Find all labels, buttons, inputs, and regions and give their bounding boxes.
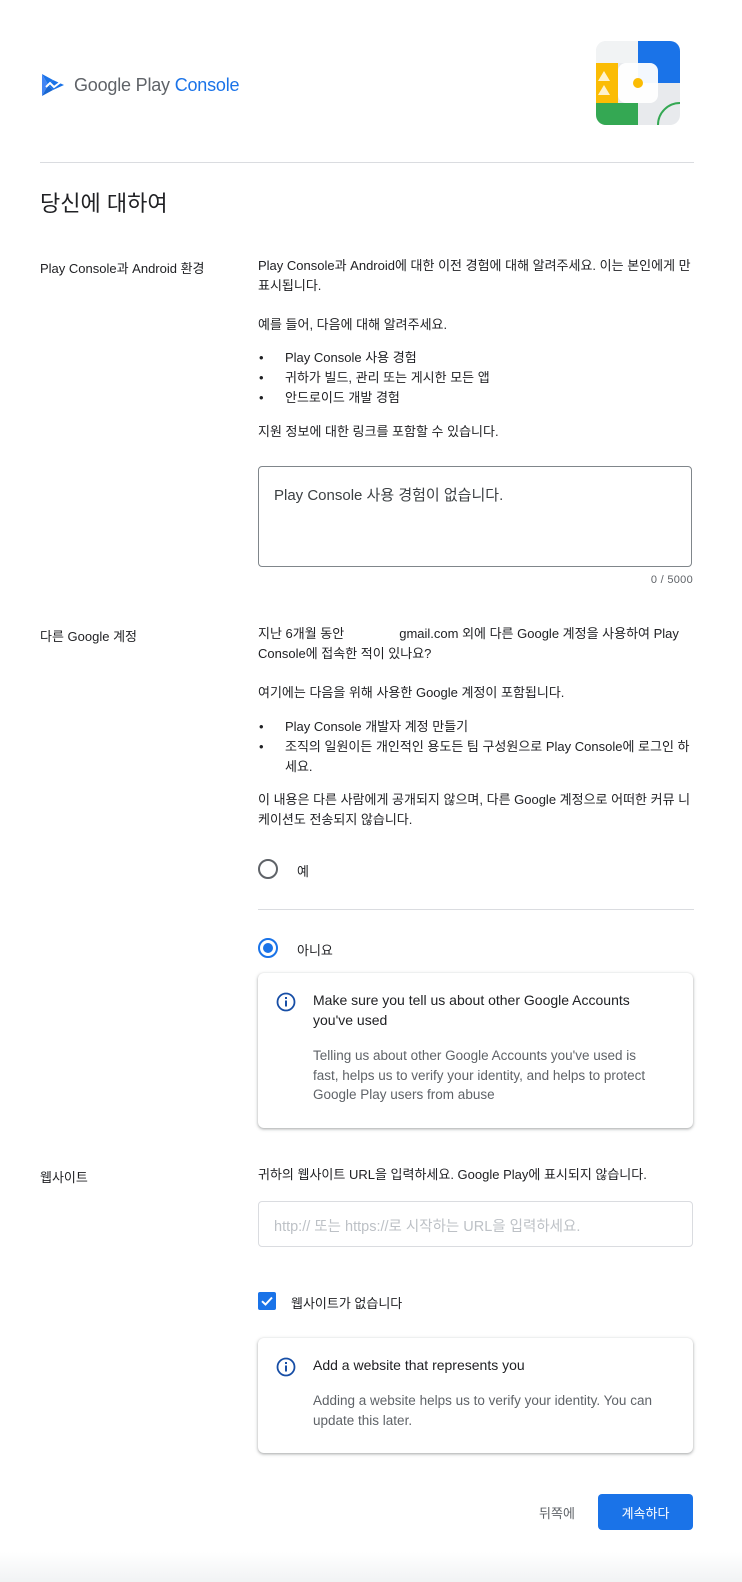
website-info-card: Add a website that represents you Adding…: [258, 1338, 693, 1453]
list-item: 귀하가 빌드, 관리 또는 게시한 모든 앱: [258, 368, 694, 388]
info-card-title: Add a website that represents you: [313, 1357, 525, 1373]
website-section-label: 웹사이트: [40, 1170, 88, 1185]
continue-button[interactable]: 계속하다: [598, 1494, 693, 1530]
experience-example-lead: 예를 들어, 다음에 대해 알려주세요.: [258, 317, 448, 332]
info-icon: [276, 992, 296, 1012]
radio-yes[interactable]: [258, 859, 278, 879]
experience-intro: Play Console과 Android에 대한 이전 경험에 대해 알려주세…: [258, 258, 691, 293]
google-play-console-logo: Google Play Console: [40, 70, 240, 100]
header-divider: [40, 162, 694, 163]
radio-divider: [258, 909, 694, 910]
experience-textarea-value: Play Console 사용 경험이 없습니다.: [274, 487, 504, 504]
no-website-label[interactable]: 웹사이트가 없습니다: [291, 1293, 402, 1312]
info-card-title: Make sure you tell us about other Google…: [313, 992, 630, 1028]
question-part1: 지난 6개월 동안: [258, 626, 345, 641]
website-description: 귀하의 웹사이트 URL을 입력하세요. Google Play에 표시되지 않…: [258, 1167, 647, 1182]
list-item: 조직의 일원이든 개인적인 용도든 팀 구성원으로 Play Console에 …: [258, 737, 694, 777]
logo-console-text: Console: [174, 74, 240, 95]
info-icon: [276, 1357, 296, 1377]
character-counter: 0 / 5000: [650, 574, 693, 586]
google-play-console-logo-icon: [42, 74, 64, 96]
logo-google-play-text: Google Play: [74, 74, 170, 95]
experience-textarea[interactable]: Play Console 사용 경험이 없습니다.: [258, 466, 692, 567]
info-card-body: Adding a website helps us to verify your…: [313, 1393, 652, 1428]
page-title: 당신에 대하여: [40, 191, 168, 216]
back-button[interactable]: 뒤쪽에: [527, 1494, 587, 1530]
radio-no[interactable]: [258, 938, 278, 958]
radio-yes-label[interactable]: 예: [297, 861, 309, 880]
other-accounts-question: 지난 6개월 동안 gmail.com 외에 다른 Google 계정을 사용하여…: [258, 624, 694, 664]
experience-bullet-list: Play Console 사용 경험 귀하가 빌드, 관리 또는 게시한 모든 …: [258, 348, 694, 408]
other-accounts-privacy-note: 이 내용은 다른 사람에게 공개되지 않으며, 다른 Google 계정으로 어…: [258, 792, 691, 827]
experience-section-label: Play Console과 Android 환경: [40, 261, 205, 276]
check-icon: [261, 1296, 273, 1306]
other-accounts-section-label: 다른 Google 계정: [40, 629, 137, 644]
other-accounts-bullet-list: Play Console 개발자 계정 만들기 조직의 일원이든 개인적인 용도…: [258, 717, 694, 777]
website-url-placeholder: http:// 또는 https://로 시작하는 URL을 입력하세요.: [274, 1219, 581, 1235]
header-illustration: [596, 41, 680, 125]
other-accounts-info-card: Make sure you tell us about other Google…: [258, 973, 693, 1128]
bottom-bar: [0, 1552, 742, 1582]
other-accounts-includes-lead: 여기에는 다음을 위해 사용한 Google 계정이 포함됩니다.: [258, 685, 565, 700]
list-item: Play Console 사용 경험: [258, 348, 694, 368]
list-item: Play Console 개발자 계정 만들기: [258, 717, 694, 737]
no-website-checkbox[interactable]: [258, 1292, 276, 1310]
list-item: 안드로이드 개발 경험: [258, 388, 694, 408]
info-card-body: Telling us about other Google Accounts y…: [313, 1048, 646, 1102]
radio-no-label[interactable]: 아니요: [297, 940, 333, 959]
experience-support-note: 지원 정보에 대한 링크를 포함할 수 있습니다.: [258, 424, 499, 439]
website-url-input[interactable]: http:// 또는 https://로 시작하는 URL을 입력하세요.: [258, 1201, 693, 1247]
